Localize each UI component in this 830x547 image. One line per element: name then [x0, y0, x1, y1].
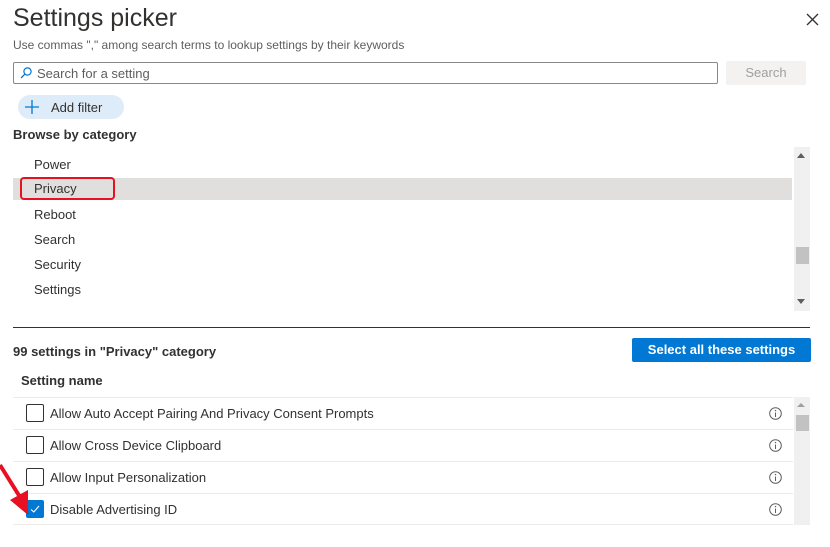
- add-filter-label: Add filter: [51, 100, 103, 115]
- plus-icon: [25, 100, 39, 114]
- scroll-up-icon[interactable]: [797, 153, 805, 158]
- setting-checkbox[interactable]: [26, 404, 44, 422]
- add-filter-button[interactable]: Add filter: [18, 95, 124, 119]
- category-label: Security: [34, 257, 81, 272]
- scroll-thumb[interactable]: [796, 247, 809, 264]
- category-label: Search: [34, 232, 76, 247]
- category-label: Power: [34, 157, 71, 172]
- category-scrollbar[interactable]: [794, 147, 810, 311]
- category-label: Settings: [34, 282, 81, 297]
- annotation-arrow-icon: [0, 463, 28, 515]
- category-item-settings[interactable]: Settings: [13, 279, 792, 301]
- scroll-thumb[interactable]: [796, 415, 809, 431]
- search-box[interactable]: [13, 62, 718, 84]
- setting-name: Allow Cross Device Clipboard: [50, 438, 222, 453]
- setting-name: Allow Auto Accept Pairing And Privacy Co…: [50, 406, 374, 421]
- table-row: Allow Input Personalization: [13, 461, 793, 493]
- scroll-down-icon[interactable]: [797, 299, 805, 304]
- info-icon[interactable]: [769, 471, 782, 484]
- table-row: Allow Auto Accept Pairing And Privacy Co…: [13, 397, 793, 429]
- page-title: Settings picker: [13, 4, 177, 32]
- category-item-privacy[interactable]: Privacy: [13, 178, 792, 200]
- search-button[interactable]: Search: [726, 61, 806, 85]
- settings-count-label: 99 settings in "Privacy" category: [13, 344, 217, 359]
- browse-category-label: Browse by category: [13, 127, 137, 142]
- category-item-reboot[interactable]: Reboot: [13, 204, 792, 226]
- category-label: Privacy: [34, 181, 77, 196]
- info-icon[interactable]: [769, 407, 782, 420]
- category-label: Reboot: [34, 207, 76, 222]
- info-icon[interactable]: [769, 439, 782, 452]
- close-icon: [806, 13, 819, 26]
- select-all-button[interactable]: Select all these settings: [632, 338, 811, 362]
- column-header-setting-name: Setting name: [21, 373, 103, 388]
- settings-scrollbar[interactable]: [794, 397, 810, 525]
- table-row: Allow Cross Device Clipboard: [13, 429, 793, 461]
- setting-checkbox[interactable]: [26, 436, 44, 454]
- search-input[interactable]: [37, 63, 707, 83]
- close-button[interactable]: [803, 10, 823, 30]
- setting-name: Disable Advertising ID: [50, 502, 178, 517]
- setting-name: Allow Input Personalization: [50, 470, 207, 485]
- category-list: Power Privacy Reboot Search Security Set…: [13, 148, 810, 310]
- category-item-power[interactable]: Power: [13, 154, 792, 176]
- page-subtitle: Use commas "," among search terms to loo…: [13, 38, 405, 52]
- search-icon: [20, 67, 32, 79]
- category-item-search[interactable]: Search: [13, 229, 792, 251]
- category-item-security[interactable]: Security: [13, 254, 792, 276]
- scroll-up-icon[interactable]: [797, 403, 805, 407]
- section-divider: [13, 327, 810, 328]
- table-row: Disable Advertising ID: [13, 493, 793, 525]
- info-icon[interactable]: [769, 503, 782, 516]
